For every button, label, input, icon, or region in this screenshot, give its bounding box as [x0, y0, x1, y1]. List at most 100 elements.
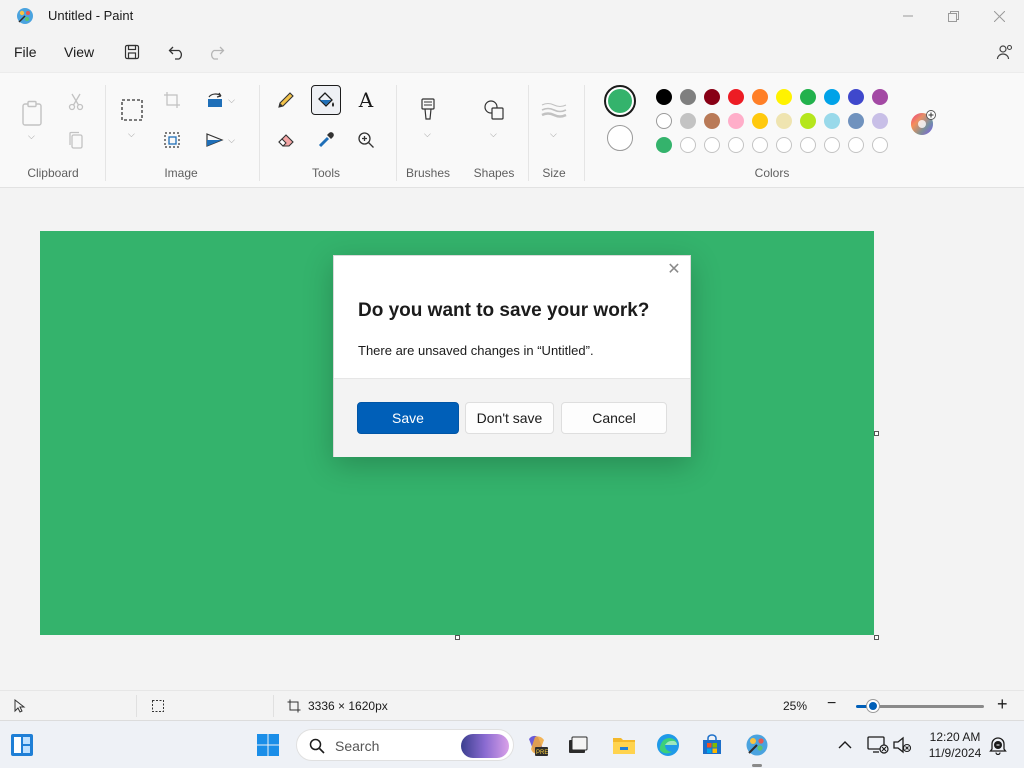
- palette-color-swatch[interactable]: [680, 89, 696, 105]
- cursor-position-icon: [14, 698, 26, 716]
- minimize-button[interactable]: [885, 0, 931, 32]
- dont-save-button[interactable]: Don't save: [465, 402, 554, 434]
- save-quick-button[interactable]: [119, 40, 145, 64]
- task-view-button[interactable]: [566, 733, 590, 757]
- paste-dropdown-chevron-icon[interactable]: ⌵: [28, 131, 35, 142]
- show-hidden-icons-button[interactable]: [833, 733, 857, 757]
- select-button[interactable]: [117, 95, 147, 125]
- palette-color-swatch[interactable]: [728, 113, 744, 129]
- palette-color-swatch[interactable]: [776, 89, 792, 105]
- notifications-button[interactable]: [986, 733, 1010, 757]
- palette-empty-swatch[interactable]: [776, 137, 792, 153]
- palette-color-swatch[interactable]: [824, 89, 840, 105]
- redo-button[interactable]: [203, 40, 229, 64]
- start-button[interactable]: [256, 733, 280, 757]
- palette-color-swatch[interactable]: [848, 89, 864, 105]
- palette-color-swatch[interactable]: [872, 113, 888, 129]
- fill-tool-button[interactable]: [311, 85, 341, 115]
- palette-color-swatch[interactable]: [800, 89, 816, 105]
- crop-button[interactable]: [157, 85, 187, 115]
- zoom-in-button[interactable]: +: [997, 694, 1008, 715]
- palette-empty-swatch[interactable]: [824, 137, 840, 153]
- paste-button[interactable]: [17, 95, 47, 131]
- volume-tray-button[interactable]: [890, 733, 914, 757]
- eraser-icon: [278, 134, 294, 147]
- canvas-resize-handle-right[interactable]: [874, 431, 879, 436]
- flip-button[interactable]: ⌵: [198, 125, 242, 155]
- secondary-color-swatch[interactable]: [607, 125, 633, 151]
- selection-size-icon: [151, 699, 165, 716]
- copy-button[interactable]: [61, 125, 91, 155]
- text-tool-button[interactable]: A: [351, 85, 381, 115]
- palette-empty-swatch[interactable]: [704, 137, 720, 153]
- palette-empty-swatch[interactable]: [848, 137, 864, 153]
- edit-colors-button[interactable]: [910, 110, 936, 136]
- system-clock[interactable]: 12:20 AM 11/9/2024: [922, 729, 988, 761]
- shapes-dropdown-chevron-icon[interactable]: ⌵: [490, 129, 497, 140]
- widgets-button[interactable]: [10, 733, 34, 757]
- cut-button[interactable]: [61, 87, 91, 117]
- copilot-icon: PRE: [529, 735, 548, 756]
- palette-empty-swatch[interactable]: [872, 137, 888, 153]
- palette-color-swatch[interactable]: [752, 113, 768, 129]
- zoom-slider-track[interactable]: [874, 705, 984, 708]
- account-button[interactable]: [992, 40, 1018, 64]
- zoom-slider-thumb[interactable]: [867, 700, 879, 712]
- palette-color-swatch[interactable]: [800, 113, 816, 129]
- palette-color-swatch[interactable]: [824, 113, 840, 129]
- paint-taskbar-button[interactable]: [745, 733, 769, 757]
- palette-color-swatch[interactable]: [656, 113, 672, 129]
- select-dropdown-chevron-icon[interactable]: ⌵: [128, 129, 135, 140]
- palette-color-swatch[interactable]: [872, 89, 888, 105]
- palette-empty-swatch[interactable]: [728, 137, 744, 153]
- pencil-tool-button[interactable]: [271, 85, 301, 115]
- palette-color-swatch[interactable]: [752, 89, 768, 105]
- close-window-button[interactable]: [976, 0, 1022, 32]
- edge-browser-button[interactable]: [656, 733, 680, 757]
- resize-button[interactable]: [157, 125, 187, 155]
- dialog-close-button[interactable]: ✕: [666, 262, 682, 278]
- palette-color-swatch[interactable]: [704, 113, 720, 129]
- menu-view[interactable]: View: [62, 42, 96, 62]
- palette-color-swatch[interactable]: [680, 113, 696, 129]
- eraser-tool-button[interactable]: [271, 125, 301, 155]
- menu-file[interactable]: File: [12, 42, 39, 62]
- taskbar: Search PRE 12:20 AM 11/9/2024: [0, 720, 1024, 768]
- brushes-dropdown-chevron-icon[interactable]: ⌵: [424, 129, 431, 140]
- canvas-resize-handle-bottom[interactable]: [455, 635, 460, 640]
- folder-icon: [613, 738, 635, 754]
- size-button[interactable]: [539, 95, 569, 125]
- palette-color-swatch[interactable]: [776, 113, 792, 129]
- palette-empty-swatch[interactable]: [800, 137, 816, 153]
- brushes-button[interactable]: [413, 95, 443, 125]
- palette-empty-swatch[interactable]: [752, 137, 768, 153]
- microsoft-store-button[interactable]: [700, 733, 724, 757]
- primary-color-swatch[interactable]: [604, 85, 636, 117]
- restore-button[interactable]: [930, 0, 976, 32]
- palette-empty-swatch[interactable]: [680, 137, 696, 153]
- line-width-icon: [541, 103, 567, 118]
- ribbon-separator: [105, 85, 106, 181]
- copilot-button[interactable]: PRE: [525, 733, 549, 757]
- network-tray-button[interactable]: [866, 733, 890, 757]
- file-explorer-button[interactable]: [612, 733, 636, 757]
- palette-color-swatch[interactable]: [848, 113, 864, 129]
- cancel-button[interactable]: Cancel: [561, 402, 667, 434]
- taskbar-search-box[interactable]: Search: [296, 729, 514, 761]
- zoom-level[interactable]: 25%: [783, 699, 807, 713]
- save-button[interactable]: Save: [357, 402, 459, 434]
- ribbon-separator: [259, 85, 260, 181]
- palette-color-swatch[interactable]: [728, 89, 744, 105]
- magnifier-tool-button[interactable]: [351, 125, 381, 155]
- zoom-out-button[interactable]: −: [827, 695, 836, 713]
- size-dropdown-chevron-icon[interactable]: ⌵: [550, 129, 557, 140]
- palette-color-swatch[interactable]: [656, 89, 672, 105]
- canvas-resize-handle-corner[interactable]: [874, 635, 879, 640]
- rotate-button[interactable]: ⌵: [198, 85, 242, 115]
- palette-color-swatch[interactable]: [704, 89, 720, 105]
- windows-logo-icon: [257, 734, 279, 756]
- undo-button[interactable]: [164, 40, 190, 64]
- palette-color-swatch[interactable]: [656, 137, 672, 153]
- color-picker-tool-button[interactable]: [311, 125, 341, 155]
- shapes-button[interactable]: [479, 95, 509, 125]
